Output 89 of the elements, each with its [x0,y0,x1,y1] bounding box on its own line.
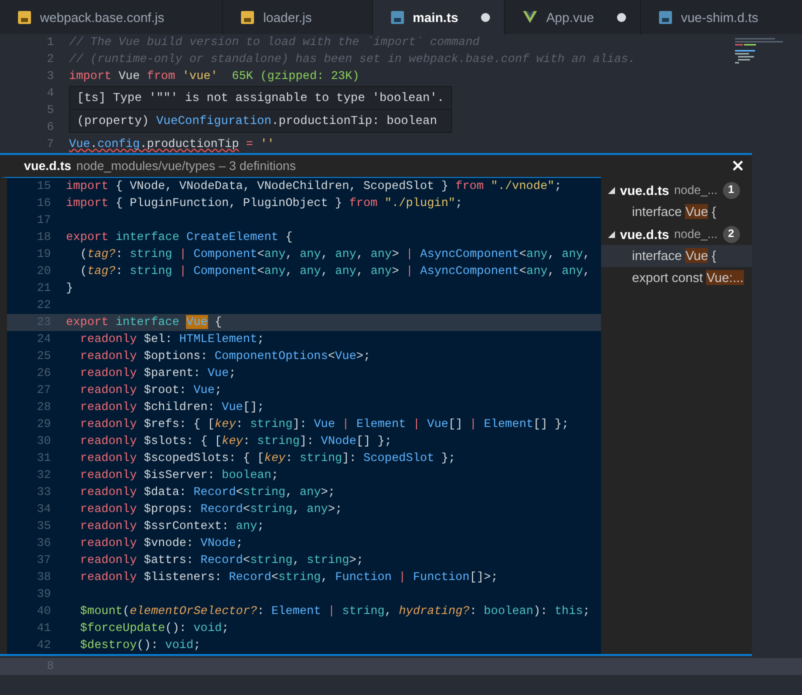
code-line: import { VNode, VNodeData, VNodeChildren, ScopedSlot } from "./vnode"; [66,178,562,195]
line-number: 5 [46,102,55,119]
line-number: 26 [36,365,52,382]
v-logo-icon [523,11,538,23]
js-file-icon [18,10,31,24]
triangle-icon[interactable] [608,230,615,238]
line-number: 15 [36,178,52,195]
code-line: readonly $data: Record<string, any>; [79,484,336,501]
reference-file-name[interactable]: vue.d.ts [620,182,670,198]
count-badge: 2 [722,226,740,242]
close-button[interactable]: × [726,156,750,176]
reference-item[interactable]: interface Vue { [601,201,752,223]
line-number: 41 [36,620,52,637]
line-number: 25 [36,348,52,365]
code-line: readonly $root: Vue; [79,382,222,399]
triangle-icon[interactable] [608,186,615,194]
line-number: 33 [36,484,52,501]
code-line: import Vue from 'vue' 65K (gzipped: 23K) [69,68,360,85]
editor-tab[interactable]: webpack.base.conf.js [0,0,224,34]
code-line: import { PluginFunction, PluginObject } from "./plugin"; [66,195,462,212]
line-number: 19 [36,246,52,263]
line-number: 27 [36,382,52,399]
reference-item[interactable]: export const Vue:... [601,267,752,289]
code-line: readonly $slots: { [key: string]: VNode[] }; [79,433,392,450]
reference-file-name[interactable]: vue.d.ts [620,226,670,242]
line-number: 40 [36,603,52,620]
line-number: 4 [46,85,55,102]
code-line: } [66,280,74,297]
line-number: 21 [36,280,52,297]
line-number: 32 [36,467,52,484]
code-line: export interface CreateElement { [66,229,293,246]
code-line: readonly $props: Record<string, any>; [79,501,342,518]
line-number: 34 [36,501,52,518]
peek-file-path: node_modules/vue/types – 3 definitions [76,159,297,173]
line-number: 24 [36,331,52,348]
code-line: $mount(elementOrSelector?: Element | string, hydrating?: boolean): this; [79,603,590,620]
line-number: 1 [46,34,55,51]
line-number: 3 [46,68,55,85]
ts-file-icon [658,10,672,24]
line-number: 42 [36,637,52,654]
line-number: 16 [36,195,52,212]
line-number: 17 [36,212,52,229]
line-number: 30 [36,433,52,450]
reference-file-path: node_... [674,183,718,197]
code-line: // The Vue build version to load with the `import` command [69,34,480,51]
hover-message: [ts] Type '""' is not assignable to type 'boolean'. [76,90,446,107]
line-number: 36 [36,535,52,552]
line-number: 20 [36,263,52,280]
count-badge: 1 [722,182,740,198]
code-line: readonly $options: ComponentOptions<Vue>; [79,348,370,365]
line-number: 2 [46,51,55,68]
peek-file-name: vue.d.ts [24,159,72,173]
code-line: readonly $scopedSlots: { [key: string]: ScopedSlot }; [79,450,456,467]
editor-tab[interactable]: main.ts [372,0,506,34]
code-line: $destroy(): void; [79,637,201,654]
code-line: Vue.config.productionTip = '' [69,136,274,153]
code-line: // (runtime-only or standalone) has been set in webpack.base.conf with an alias. [69,51,636,68]
code-line: readonly $ssrContext: any; [79,518,264,535]
code-line: readonly $el: HTMLElement; [79,331,264,348]
line-number: 37 [36,552,52,569]
editor-tab[interactable]: loader.js [223,0,373,34]
line-number: 7 [46,136,55,153]
code-line: readonly $attrs: Record<string, string>; [79,552,364,569]
code-line: readonly $refs: { [key: string]: Vue | Element | Vue[] | Element[] }; [79,416,569,433]
editor-tab[interactable]: App.vue [505,0,641,34]
line-number: 22 [36,297,52,314]
line-number: 38 [36,569,52,586]
reference-file-path: node_... [674,227,718,241]
line-number: 28 [36,399,52,416]
line-number: 31 [36,450,52,467]
code-line: readonly $children: Vue[]; [79,399,264,416]
code-line: readonly $vnode: VNode; [79,535,244,552]
code-line: readonly $listeners: Record<string, Function | Function[]>; [79,569,498,586]
code-line: $forceUpdate(): void; [79,620,229,637]
code-line: export interface Vue { [66,314,222,331]
line-number: 35 [36,518,52,535]
hover-signature: (property) VueConfiguration.productionTip: boolean [70,109,452,132]
code-line: readonly $parent: Vue; [79,365,236,382]
code-line: (tag?: string | Component<any, any, any, any> | AsyncComponent<any, any, [79,246,590,263]
editor-tab[interactable]: vue-shim.d.ts [640,0,802,34]
code-line: (tag?: string | Component<any, any, any, any> | AsyncComponent<any, any, [79,263,590,280]
code-line: readonly $isServer: boolean; [79,467,278,484]
ts-file-icon [390,10,404,24]
js-file-icon [241,10,254,24]
reference-item[interactable]: interface Vue { [601,245,752,267]
line-number: 6 [46,119,55,136]
line-number: 29 [36,416,52,433]
line-number: 39 [36,586,52,603]
line-number: 18 [36,229,52,246]
